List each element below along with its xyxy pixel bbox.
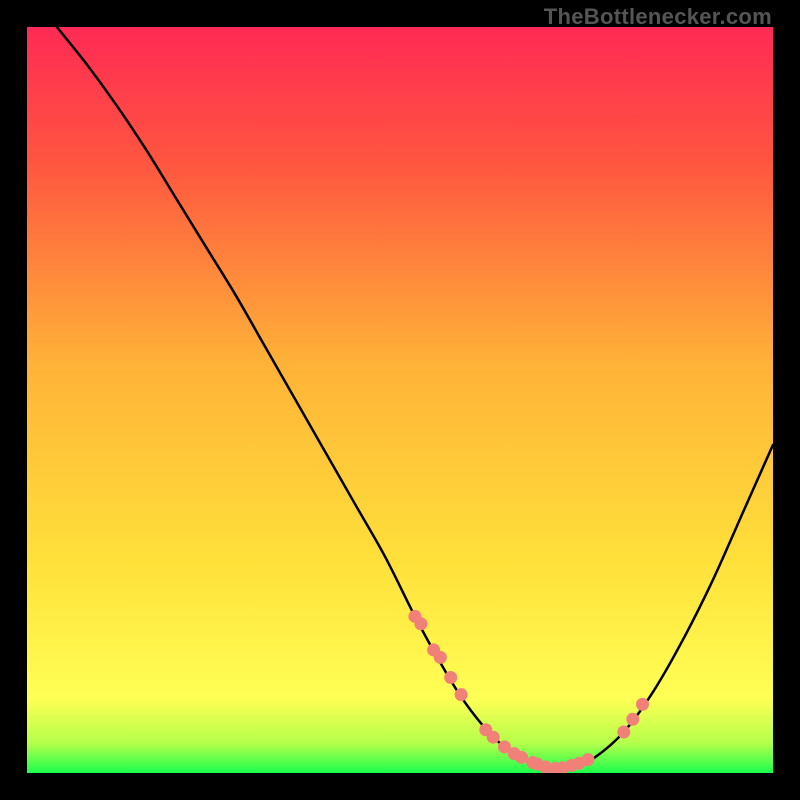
data-marker — [626, 713, 639, 726]
data-marker — [455, 688, 468, 701]
data-marker — [414, 617, 427, 630]
data-marker — [515, 751, 528, 764]
data-marker — [581, 753, 594, 766]
data-marker — [636, 698, 649, 711]
chart-svg — [27, 27, 773, 773]
data-marker — [434, 651, 447, 664]
data-marker — [487, 731, 500, 744]
data-marker — [617, 725, 630, 738]
data-marker — [444, 671, 457, 684]
chart-frame — [27, 27, 773, 773]
